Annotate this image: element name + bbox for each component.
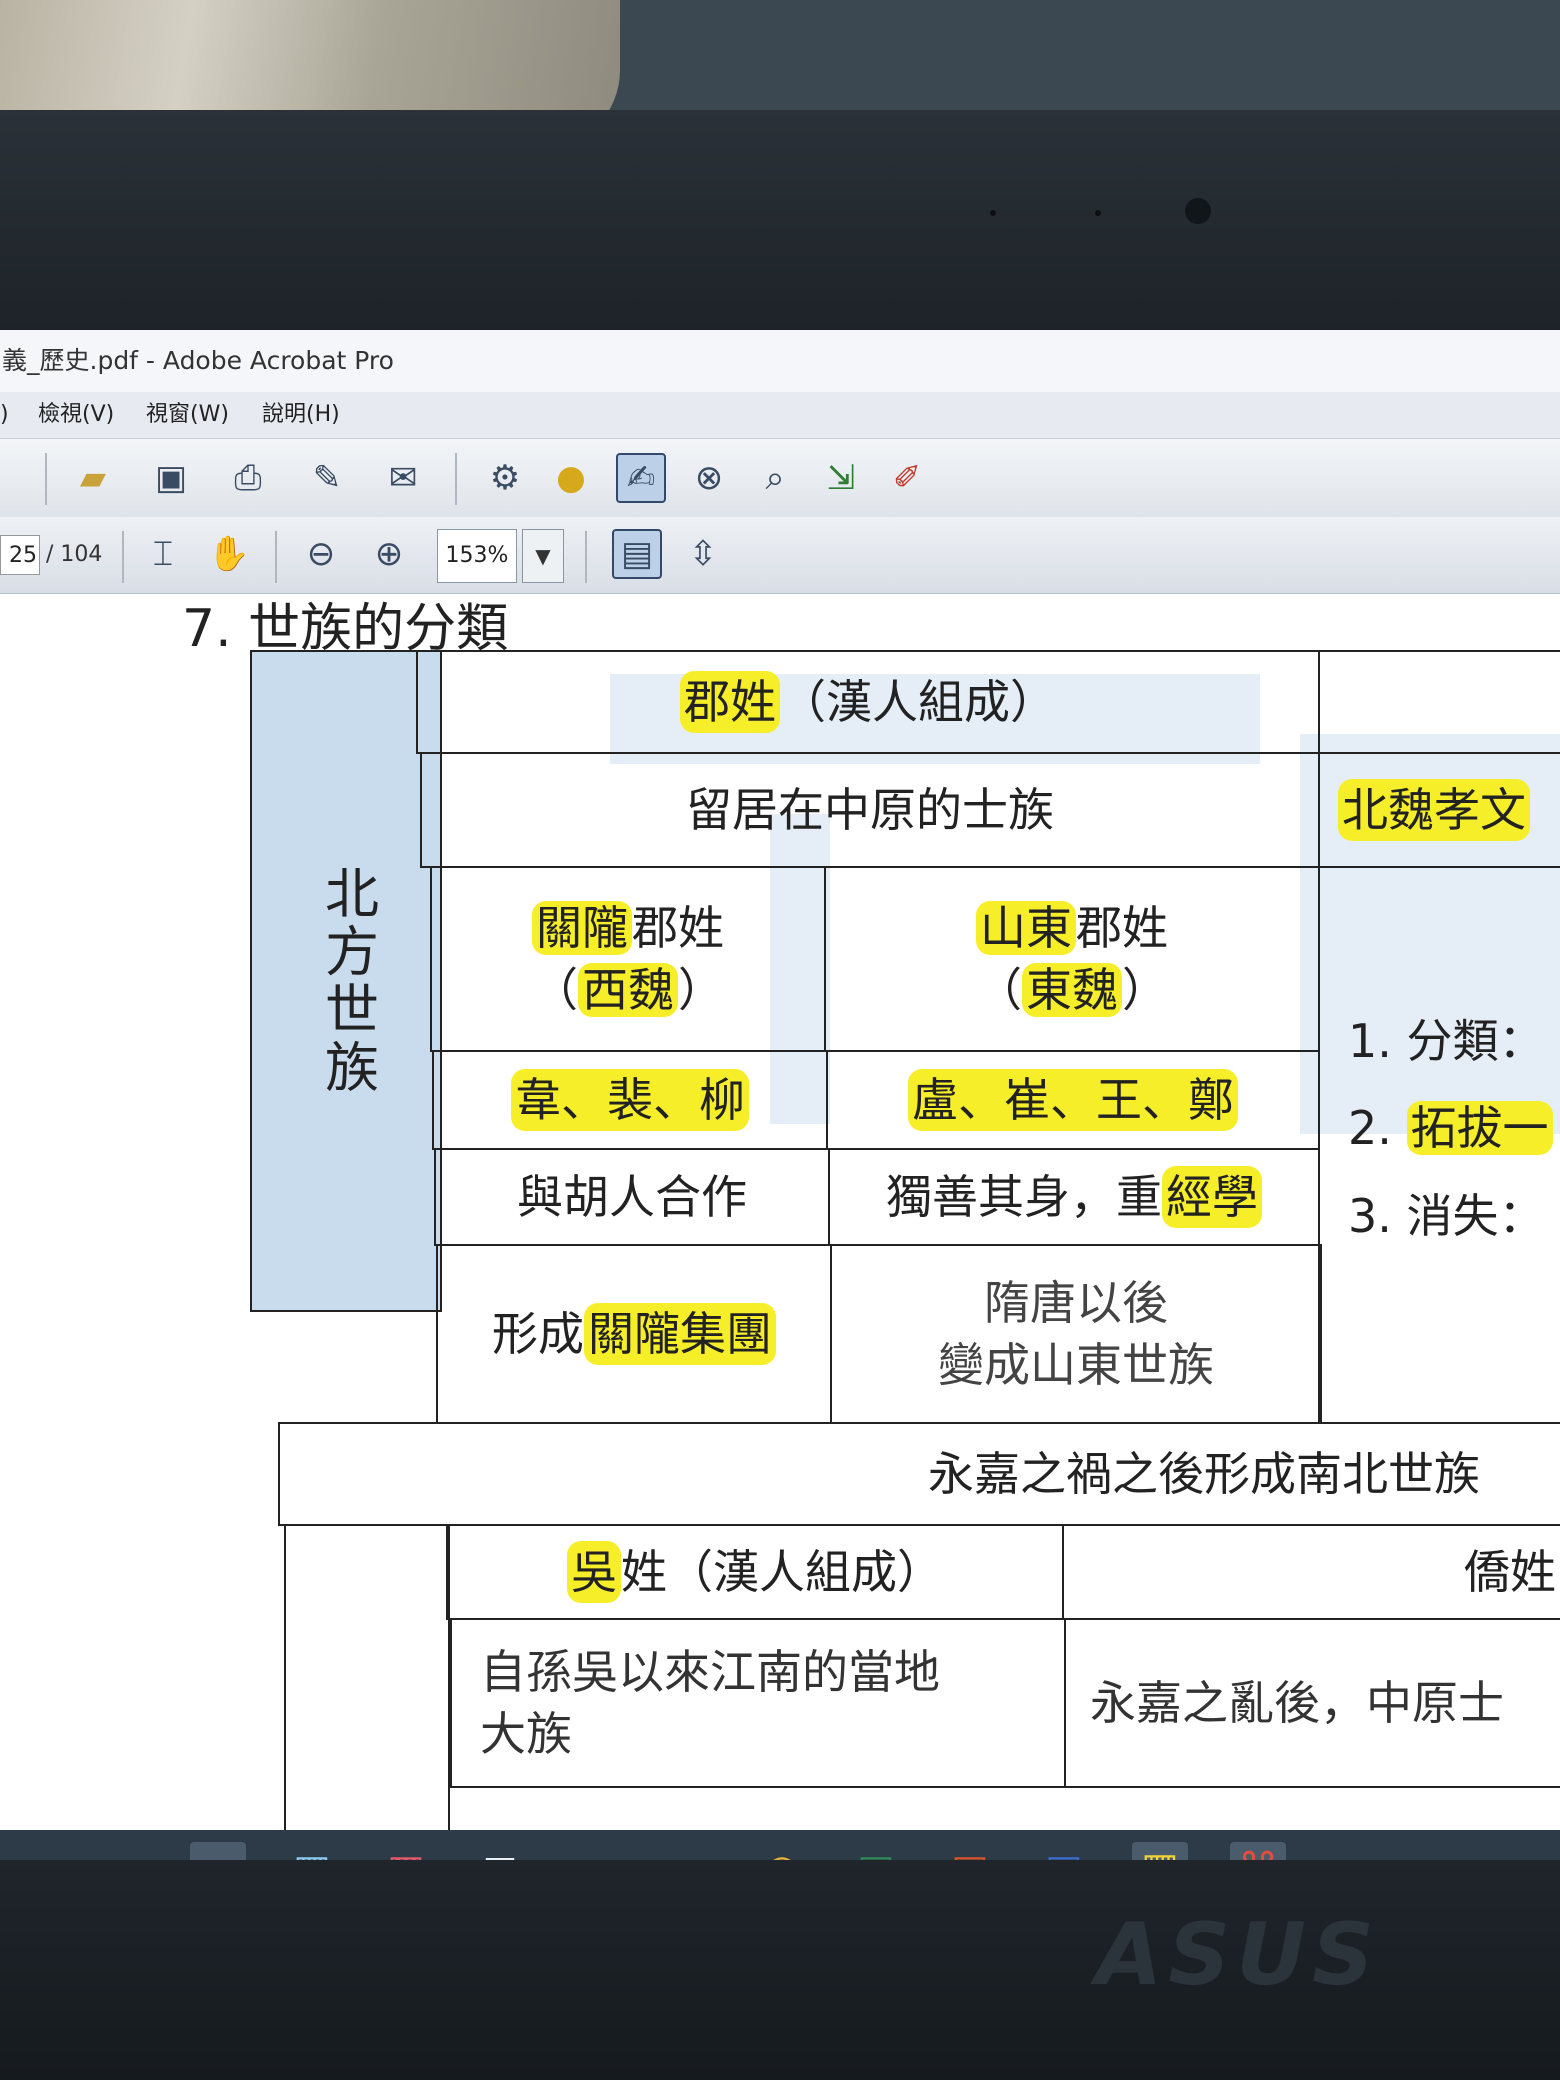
file-explorer-icon[interactable]: ▬ (190, 1842, 246, 1860)
gear-icon[interactable]: ⚙ (482, 455, 528, 501)
delete-page-icon[interactable]: ⊗ (686, 455, 732, 501)
search-page-icon[interactable]: ⌕ (752, 455, 798, 501)
guanlong-result: 形成 關隴集團 (436, 1244, 832, 1424)
menu-item-view[interactable]: 檢視(V) (38, 392, 114, 438)
right-title-cell: 北魏孝文 (1318, 752, 1560, 868)
navigation-toolbar: 25 / 104 ⌶ ✋ ⊖ ⊕ 153% ▼ ▤ ⇳ (0, 517, 1560, 594)
main-toolbar: ▰ ▣ ⎙ ✎ ✉ ⚙ ● ✍ ⊗ ⌕ ⇲ ✐ (0, 438, 1560, 518)
right-list-item: 1. 分類： (1348, 1014, 1545, 1068)
app-grid-icon[interactable]: ▦ (1132, 1842, 1188, 1860)
menu-item-help[interactable]: 說明(H) (262, 392, 340, 438)
mail-icon[interactable]: ✉ (472, 1842, 528, 1860)
gift-icon[interactable]: ▩ (378, 1842, 434, 1860)
right-list-cell: 1. 分類： 2. 拓拔一 3. 消失： (1318, 866, 1560, 1424)
save-icon[interactable]: ▣ (148, 455, 194, 501)
zoom-in-icon[interactable]: ⊕ (366, 531, 412, 577)
webcam (1185, 198, 1211, 224)
guanlong-families: 韋、裴、柳 (432, 1050, 828, 1150)
menu-item-edit[interactable]: ) (0, 392, 9, 438)
guanlong-policy: 與胡人合作 (434, 1148, 830, 1246)
sign-icon[interactable]: ✐ (884, 455, 930, 501)
zoom-out-icon[interactable]: ⊖ (298, 531, 344, 577)
guanlong-jun-xing: 關隴郡姓 （西魏） (430, 866, 826, 1052)
print-icon[interactable]: ⎙ (225, 455, 271, 501)
open-folder-icon[interactable]: ▰ (70, 455, 116, 501)
shandong-families: 盧、崔、王、鄭 (826, 1050, 1320, 1150)
fit-width-icon[interactable]: ⇳ (680, 531, 726, 577)
monitor-top-bezel (0, 110, 1560, 330)
asus-logo: ASUS (1095, 1905, 1380, 2005)
hand-tool-icon[interactable]: ✋ (206, 531, 252, 577)
wu-xing-header: 吳姓（漢人組成） (446, 1524, 1064, 1620)
shandong-policy: 獨善其身，重 經學 (828, 1148, 1320, 1246)
south-side-label (284, 1524, 450, 1830)
shandong-jun-xing: 山東郡姓 （東魏） (824, 866, 1320, 1052)
shandong-result: 隋唐以後 變成山東世族 (830, 1244, 1322, 1424)
right-list-item: 2. 拓拔一 (1348, 1085, 1553, 1172)
right-list-item: 3. 消失： (1348, 1188, 1545, 1243)
email-icon[interactable]: ✉ (380, 455, 426, 501)
export-page-icon[interactable]: ⇲ (818, 455, 864, 501)
jun-xing-header: 郡姓 （漢人組成） (416, 650, 1320, 754)
qiao-xing-description: 永嘉之亂後，中原士 (1064, 1618, 1560, 1788)
sensor-dot (990, 210, 996, 216)
acrobat-icon[interactable]: ⌘ (1230, 1842, 1286, 1860)
select-tool-icon[interactable]: ⌶ (140, 531, 186, 577)
qiao-xing-header: 僑姓 (1062, 1524, 1560, 1620)
ie-icon[interactable]: e (660, 1842, 716, 1860)
stay-in-central-plain-row: 留居在中原的士族 (420, 752, 1320, 868)
wu-xing-description: 自孫吳以來江南的當地 大族 (450, 1618, 1066, 1788)
yongjia-divider-row: 永嘉之禍之後形成南北世族 (278, 1422, 1560, 1526)
zoom-level-field[interactable]: 153% (437, 529, 517, 583)
menu-bar: ) 檢視(V) 視窗(W) 說明(H) (0, 392, 1560, 438)
chrome-icon[interactable]: ◉ (754, 1842, 810, 1860)
page-total: / 104 (46, 542, 103, 567)
window-title: 義_歷史.pdf - Adobe Acrobat Pro (0, 330, 1560, 392)
word-icon[interactable]: ▤ (1036, 1842, 1092, 1860)
edit-icon[interactable]: ✎ (304, 455, 350, 501)
store-icon[interactable]: ▦ (284, 1842, 340, 1860)
screen: 義_歷史.pdf - Adobe Acrobat Pro ) 檢視(V) 視窗(… (0, 330, 1560, 1860)
sensor-dot (1095, 210, 1101, 216)
comment-icon[interactable]: ● (548, 455, 594, 501)
fit-page-icon[interactable]: ▤ (612, 529, 662, 579)
edge-icon[interactable]: e (566, 1842, 622, 1860)
windows-taskbar: ⌕ ▭ ▬ ▦ ▩ ✉ e e ◉ ▤ ▤ ▤ ▦ ⌘ (0, 1830, 1560, 1860)
search-icon[interactable]: ⌕ (4, 1842, 60, 1860)
pdf-page: 7. 世族的分類 北方世族 郡姓 （漢人組成） 留居在中原的士族 關隴郡姓 （西魏… (0, 594, 1560, 1830)
excel-icon[interactable]: ▤ (848, 1842, 904, 1860)
powerpoint-icon[interactable]: ▤ (942, 1842, 998, 1860)
north-side-label: 北方世族 (250, 650, 442, 1312)
task-view-icon[interactable]: ▭ (92, 1842, 148, 1860)
zoom-dropdown-chevron-icon[interactable]: ▼ (522, 529, 564, 583)
menu-item-window[interactable]: 視窗(W) (146, 392, 229, 438)
right-header-cell (1318, 650, 1560, 754)
typewriter-icon[interactable]: ✍ (616, 453, 666, 503)
page-number-input[interactable]: 25 (0, 535, 40, 575)
